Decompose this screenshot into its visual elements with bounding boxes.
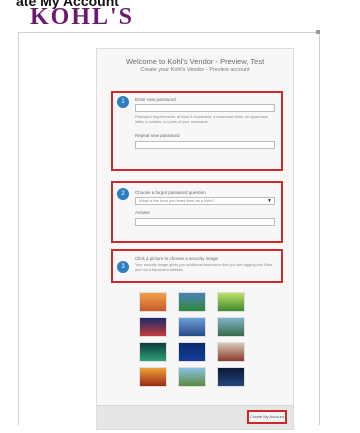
frame-right-border bbox=[319, 32, 320, 425]
security-image-bridge[interactable] bbox=[139, 292, 167, 312]
repeat-password-input[interactable] bbox=[135, 141, 275, 149]
security-image-note: Your security image gives you additional… bbox=[135, 263, 273, 272]
new-password-label: Enter new password bbox=[135, 97, 176, 102]
password-section: 1 Enter new password Password requiremen… bbox=[111, 91, 283, 171]
security-image-tree[interactable] bbox=[178, 317, 206, 337]
create-account-button[interactable]: Create My Account bbox=[247, 410, 287, 424]
security-question-section: 2 Choose a forgot password question What… bbox=[111, 181, 283, 243]
kohls-logo: KOHL'S bbox=[30, 4, 135, 30]
repeat-password-label: Repeat new password bbox=[135, 133, 180, 138]
security-image-road[interactable] bbox=[178, 367, 206, 387]
security-image-night[interactable] bbox=[217, 367, 245, 387]
security-image-grass[interactable] bbox=[217, 292, 245, 312]
security-image-sunset[interactable] bbox=[139, 367, 167, 387]
footer-bar: Create My Account bbox=[97, 405, 293, 429]
frame-left-border bbox=[18, 32, 19, 425]
security-image-city[interactable] bbox=[139, 317, 167, 337]
security-image-coast[interactable] bbox=[217, 317, 245, 337]
account-setup-panel: Welcome to Kohl's Vendor - Preview, Test… bbox=[96, 48, 294, 430]
chevron-down-icon: ▼ bbox=[267, 198, 272, 204]
welcome-heading: Welcome to Kohl's Vendor - Preview, Test bbox=[125, 57, 265, 66]
security-image-aurora[interactable] bbox=[139, 342, 167, 362]
security-question-label: Choose a forgot password question bbox=[135, 190, 206, 195]
security-question-select[interactable]: What is the food you least liked as a ch… bbox=[135, 197, 275, 205]
step-2-badge: 2 bbox=[117, 188, 129, 200]
security-question-value: What is the food you least liked as a ch… bbox=[139, 198, 215, 203]
new-password-input[interactable] bbox=[135, 104, 275, 112]
security-image-building[interactable] bbox=[217, 342, 245, 362]
security-image-section: 3 Click a picture to choose a security i… bbox=[111, 249, 283, 283]
answer-input[interactable] bbox=[135, 218, 275, 226]
answer-label: Answer bbox=[135, 210, 151, 215]
frame-corner-mark bbox=[316, 30, 320, 34]
security-image-leaves[interactable] bbox=[178, 292, 206, 312]
frame-top-border bbox=[18, 32, 320, 33]
password-requirements-note: Password requirements: at least 8 charac… bbox=[135, 115, 268, 124]
welcome-subtitle: Create your Kohl's Vendor - Preview acco… bbox=[140, 67, 250, 73]
security-image-label: Click a picture to choose a security ima… bbox=[135, 256, 219, 261]
security-image-blue[interactable] bbox=[178, 342, 206, 362]
step-1-badge: 1 bbox=[117, 96, 129, 108]
step-3-badge: 3 bbox=[117, 261, 129, 273]
